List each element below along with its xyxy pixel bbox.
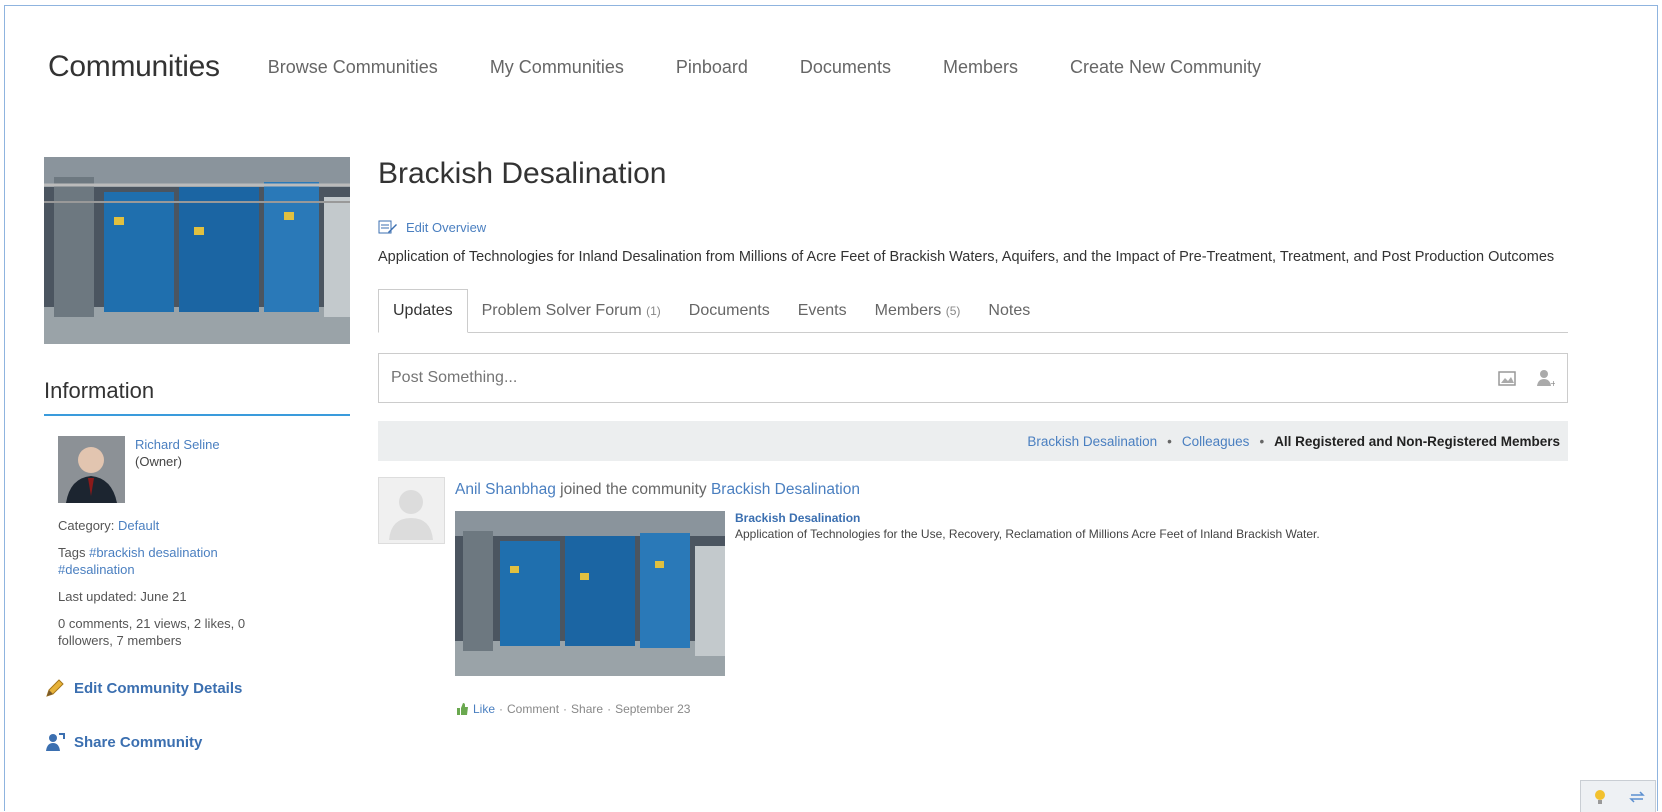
- filter-all-members[interactable]: All Registered and Non-Registered Member…: [1274, 434, 1560, 449]
- tab-documents[interactable]: Documents: [675, 302, 784, 332]
- tab-notes[interactable]: Notes: [974, 302, 1044, 332]
- tab-events[interactable]: Events: [784, 302, 861, 332]
- sync-icon[interactable]: [1628, 788, 1646, 806]
- edit-community-details-link[interactable]: Edit Community Details: [44, 677, 350, 699]
- nav-my-communities[interactable]: My Communities: [490, 57, 624, 78]
- activity-footer: Like · Comment · Share · September 23: [455, 702, 1495, 716]
- owner-role: (Owner): [135, 454, 182, 469]
- filter-colleagues[interactable]: Colleagues: [1182, 434, 1250, 449]
- tab-members-label: Members: [874, 302, 942, 319]
- tab-members[interactable]: Members (5): [861, 302, 975, 332]
- post-box: +: [378, 353, 1568, 403]
- like-link[interactable]: Like: [473, 702, 495, 716]
- edit-overview-label: Edit Overview: [406, 219, 487, 235]
- community-cover-image: [44, 157, 350, 344]
- community-title: Brackish Desalination: [378, 157, 667, 190]
- share-community-link[interactable]: Share Community: [44, 731, 350, 753]
- svg-text:+: +: [1550, 379, 1555, 388]
- share-user-icon: [44, 731, 66, 753]
- main-content: Brackish Desalination Edit Overview Appl…: [378, 157, 1568, 716]
- community-meta: Category: Default Tags #brackish desalin…: [58, 517, 350, 649]
- sidebar: Information Richard Seline (Owner) Categ…: [44, 157, 350, 753]
- actor-name-link[interactable]: Anil Shanbhag: [455, 481, 556, 498]
- nav-create-community[interactable]: Create New Community: [1070, 57, 1261, 78]
- activity-item: Anil Shanbhag joined the community Brack…: [378, 477, 1568, 716]
- tab-problem-solver-forum[interactable]: Problem Solver Forum (1): [468, 302, 675, 332]
- activity-action: joined the community: [560, 481, 707, 498]
- tab-forum-count: (1): [646, 304, 661, 318]
- nav-browse-communities[interactable]: Browse Communities: [268, 57, 438, 78]
- comment-link[interactable]: Comment: [507, 702, 559, 716]
- owner-avatar[interactable]: [58, 436, 125, 503]
- last-updated: Last updated: June 21: [58, 589, 187, 604]
- community-tabs: Updates Problem Solver Forum (1) Documen…: [378, 289, 1568, 333]
- tag-link-brackish[interactable]: #brackish desalination: [89, 545, 218, 560]
- owner-block: Richard Seline (Owner): [58, 436, 350, 503]
- nav-documents[interactable]: Documents: [800, 57, 891, 78]
- pencil-icon: [44, 677, 66, 699]
- tab-forum-label: Problem Solver Forum: [481, 302, 642, 319]
- tab-members-count: (5): [945, 304, 961, 318]
- shared-card: Brackish Desalination Application of Tec…: [455, 511, 1495, 676]
- community-stats: 0 comments, 21 views, 2 likes, 0 followe…: [58, 616, 246, 648]
- lightbulb-icon[interactable]: [1591, 788, 1609, 806]
- activity-target-link[interactable]: Brackish Desalination: [711, 481, 860, 498]
- top-nav: Communities Browse Communities My Commun…: [48, 50, 1313, 84]
- like-icon: [455, 702, 469, 716]
- edit-community-details-label: Edit Community Details: [74, 679, 243, 697]
- filter-community[interactable]: Brackish Desalination: [1027, 434, 1157, 449]
- system-tray: [1580, 780, 1656, 812]
- activity-date: September 23: [615, 702, 691, 716]
- post-input[interactable]: [391, 369, 1291, 387]
- attach-image-icon[interactable]: [1497, 368, 1517, 388]
- tag-link-desalination[interactable]: #desalination: [58, 562, 135, 577]
- nav-pinboard[interactable]: Pinboard: [676, 57, 748, 78]
- tab-updates-label: Updates: [393, 302, 453, 319]
- brand-title: Communities: [48, 50, 220, 83]
- tab-events-label: Events: [797, 302, 847, 319]
- tab-notes-label: Notes: [988, 302, 1031, 319]
- edit-overview-link[interactable]: Edit Overview: [378, 219, 1568, 235]
- activity-headline: Anil Shanbhag joined the community Brack…: [455, 481, 1495, 499]
- tag-user-icon[interactable]: +: [1535, 368, 1557, 388]
- nav-members[interactable]: Members: [943, 57, 1018, 78]
- category-link[interactable]: Default: [118, 518, 159, 533]
- tab-updates[interactable]: Updates: [378, 289, 468, 333]
- tags-label: Tags: [58, 545, 86, 560]
- information-heading: Information: [44, 378, 350, 416]
- share-community-label: Share Community: [74, 733, 203, 751]
- community-description: Application of Technologies for Inland D…: [378, 249, 1555, 265]
- shared-card-title[interactable]: Brackish Desalination: [735, 511, 1495, 525]
- shared-card-description: Application of Technologies for the Use,…: [735, 527, 1320, 541]
- shared-card-image[interactable]: [455, 511, 725, 676]
- tab-documents-label: Documents: [688, 302, 770, 319]
- edit-document-icon: [378, 219, 398, 235]
- share-link[interactable]: Share: [571, 702, 603, 716]
- category-label: Category:: [58, 518, 115, 533]
- owner-name-link[interactable]: Richard Seline: [135, 436, 220, 453]
- actor-avatar[interactable]: [378, 477, 445, 544]
- visibility-filter-bar: Brackish Desalination • Colleagues • All…: [378, 421, 1568, 461]
